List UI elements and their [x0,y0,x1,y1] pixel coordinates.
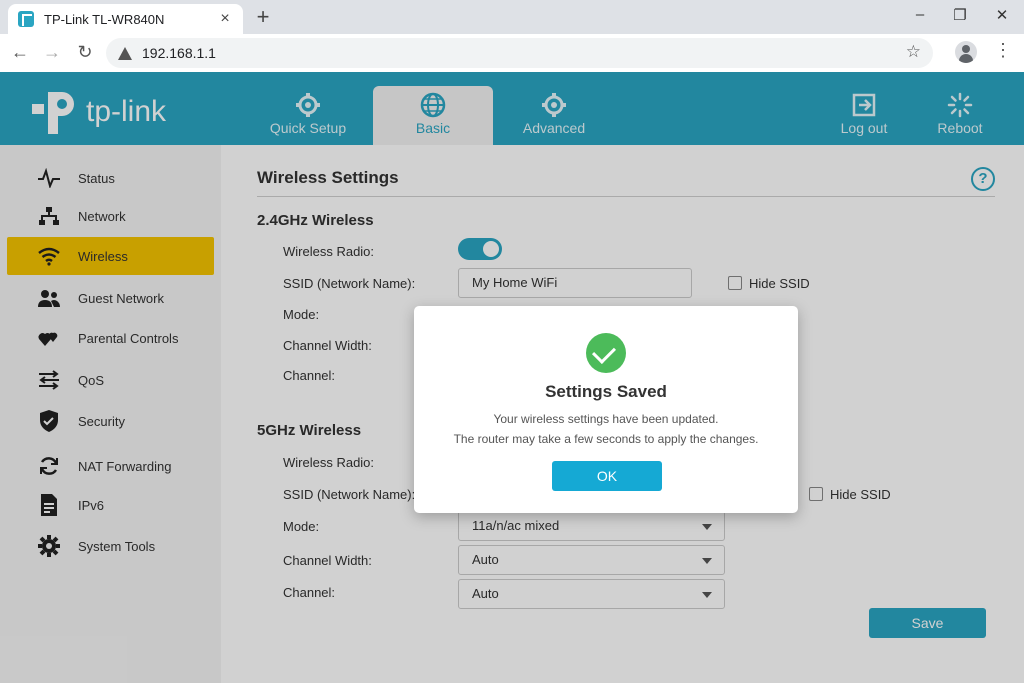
new-tab-button[interactable]: + [252,6,274,28]
tab-close-icon[interactable]: × [217,10,233,28]
tab-title: TP-Link TL-WR840N [44,11,165,27]
success-check-icon [586,333,626,373]
forward-button[interactable]: → [41,42,63,63]
tplink-favicon-icon [18,11,34,27]
settings-saved-dialog: Settings Saved Your wireless settings ha… [414,306,798,513]
dialog-message-line2: The router may take a few seconds to app… [453,432,759,446]
dialog-title: Settings Saved [545,382,667,401]
back-button[interactable]: ← [9,42,31,63]
ok-button[interactable]: OK [552,461,662,491]
url-text: 192.168.1.1 [142,45,216,61]
bookmark-star-icon[interactable]: ☆ [906,42,921,62]
reload-button[interactable]: ↻ [74,42,96,63]
browser-chrome: TP-Link TL-WR840N × + – ❐ ✕ ← → ↻ 192.16… [0,0,1024,72]
window-close-button[interactable]: ✕ [992,6,1012,24]
minimize-button[interactable]: – [910,6,930,23]
browser-toolbar: ← → ↻ 192.168.1.1 ☆ ⋮ [0,34,1024,72]
browser-menu-icon[interactable]: ⋮ [994,40,1012,61]
profile-avatar-icon[interactable] [955,41,977,63]
address-bar[interactable]: 192.168.1.1 ☆ [106,38,933,68]
tab-strip: TP-Link TL-WR840N × + – ❐ ✕ [0,0,1024,34]
not-secure-warning-icon[interactable] [118,46,132,60]
browser-tab[interactable]: TP-Link TL-WR840N × [8,4,243,34]
maximize-button[interactable]: ❐ [950,6,970,24]
dialog-message-line1: Your wireless settings have been updated… [493,412,719,426]
